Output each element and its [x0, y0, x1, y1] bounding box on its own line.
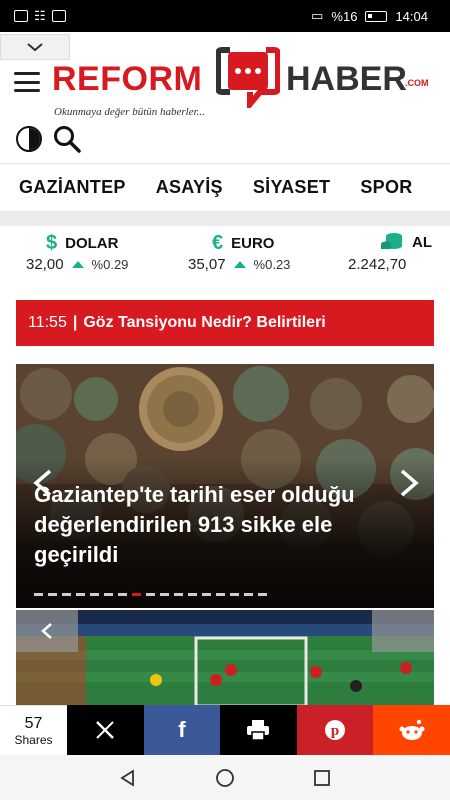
- euro-icon: €: [212, 232, 224, 254]
- currency-change: %0.23: [253, 257, 291, 272]
- x-logo-icon: [96, 721, 115, 739]
- status-bar: ☷ ▭ %16 14:04: [0, 0, 450, 32]
- share-count: 57: [24, 714, 43, 732]
- ticker-headline[interactable]: Göz Tansiyonu Nedir? Belirtileri: [83, 314, 325, 332]
- currency-item-dolar[interactable]: $ DOLAR 32,00 %0.29: [26, 226, 186, 284]
- share-facebook-button[interactable]: f: [143, 705, 221, 755]
- site-logo[interactable]: REFORM HABER .COM Okunmaya değer bütün h…: [52, 46, 442, 132]
- pagination-dot[interactable]: [62, 593, 71, 596]
- menu-icon[interactable]: [14, 72, 40, 92]
- recents-icon[interactable]: [313, 769, 331, 787]
- home-icon[interactable]: [215, 768, 235, 788]
- nav-item-spor[interactable]: SPOR: [360, 177, 412, 198]
- currency-name: DOLAR: [65, 235, 119, 252]
- pagination-dot[interactable]: [258, 593, 267, 596]
- share-x-button[interactable]: [67, 705, 144, 755]
- currency-ticker: $ DOLAR 32,00 %0.29 € EURO 35,07 %0.23 A…: [16, 226, 434, 284]
- slider-headline[interactable]: Gaziantep'te tarihi eser olduğu değerlen…: [34, 480, 404, 570]
- pagination-dot[interactable]: [188, 593, 197, 596]
- news-card[interactable]: [16, 610, 434, 706]
- currency-value: 32,00: [26, 256, 64, 273]
- share-counter: 57 Shares: [0, 705, 67, 755]
- currency-item-euro[interactable]: € EURO 35,07 %0.23: [188, 226, 348, 284]
- pagination-dot[interactable]: [90, 593, 99, 596]
- logo-suffix: .COM: [405, 78, 429, 88]
- pagination-dot[interactable]: [118, 593, 127, 596]
- pagination-dot[interactable]: [146, 593, 155, 596]
- currency-name: AL: [412, 233, 432, 251]
- nfc-icon: [51, 10, 66, 22]
- dark-mode-toggle-icon[interactable]: [16, 126, 42, 152]
- share-label: Shares: [14, 732, 53, 747]
- battery-icon: [365, 10, 388, 22]
- vibrate-icon: ▭: [311, 8, 324, 23]
- arrow-up-icon: [233, 261, 246, 268]
- wifi-icon: ☷: [34, 8, 46, 23]
- chevron-down-icon: [27, 43, 43, 52]
- card-prev-button[interactable]: [16, 610, 78, 652]
- printer-icon: [247, 720, 270, 741]
- card-next-button[interactable]: [372, 610, 434, 652]
- reddit-icon: [399, 719, 425, 740]
- slider-pagination: [34, 593, 267, 596]
- currency-name: EURO: [231, 235, 275, 252]
- pagination-dot[interactable]: [48, 593, 57, 596]
- currency-change: %0.29: [91, 257, 129, 272]
- nav-item-gaziantep[interactable]: GAZİANTEP: [19, 177, 126, 198]
- currency-value: 35,07: [188, 256, 226, 273]
- system-navigation-bar: [0, 755, 450, 800]
- breaking-news-ticker[interactable]: 11:55 | Göz Tansiyonu Nedir? Belirtileri: [16, 300, 434, 346]
- print-button[interactable]: [220, 705, 297, 755]
- currency-value: 2.242,70: [348, 256, 407, 273]
- pagination-dot[interactable]: [202, 593, 211, 596]
- pagination-dot[interactable]: [34, 593, 43, 596]
- arrow-up-icon: [71, 261, 84, 268]
- logo-text-left: REFORM: [52, 60, 203, 98]
- pagination-dot[interactable]: [104, 593, 113, 596]
- nav-item-siyaset[interactable]: SİYASET: [253, 177, 330, 198]
- logo-bubble-icon: [216, 47, 280, 108]
- pagination-dot[interactable]: [216, 593, 225, 596]
- svg-text:p: p: [331, 723, 339, 739]
- dollar-icon: $: [46, 232, 58, 254]
- pagination-dot[interactable]: [160, 593, 169, 596]
- share-bar: 57 Shares f p: [0, 705, 450, 755]
- collapse-toolbar-button[interactable]: [0, 34, 70, 60]
- divider: [0, 212, 450, 226]
- pagination-dot[interactable]: [132, 593, 141, 596]
- pinterest-icon: p: [325, 720, 346, 740]
- share-reddit-button[interactable]: [373, 705, 450, 755]
- headline-slider[interactable]: Gaziantep'te tarihi eser olduğu değerlen…: [16, 364, 434, 608]
- pagination-dot[interactable]: [76, 593, 85, 596]
- category-nav: GAZİANTEP ASAYİŞ SİYASET SPOR: [0, 164, 450, 212]
- currency-item-altin[interactable]: AL 2.242,70: [348, 226, 434, 284]
- pagination-dot[interactable]: [230, 593, 239, 596]
- chevron-left-icon: [41, 623, 52, 639]
- facebook-icon: f: [178, 717, 186, 742]
- logo-text-right: HABER: [286, 60, 407, 98]
- notification-icon: [14, 10, 28, 22]
- ticker-separator: |: [72, 314, 78, 331]
- gold-coins-icon: [381, 233, 402, 249]
- nav-item-asayis[interactable]: ASAYİŞ: [156, 177, 223, 198]
- clock: 14:04: [395, 8, 428, 24]
- ticker-time: 11:55: [28, 314, 67, 331]
- battery-percent: %16: [331, 8, 358, 24]
- pagination-dot[interactable]: [174, 593, 183, 596]
- pagination-dot[interactable]: [244, 593, 253, 596]
- logo-tagline: Okunmaya değer bütün haberler...: [54, 106, 205, 118]
- share-pinterest-button[interactable]: p: [296, 705, 374, 755]
- back-icon[interactable]: [119, 768, 137, 787]
- search-icon[interactable]: [52, 124, 82, 154]
